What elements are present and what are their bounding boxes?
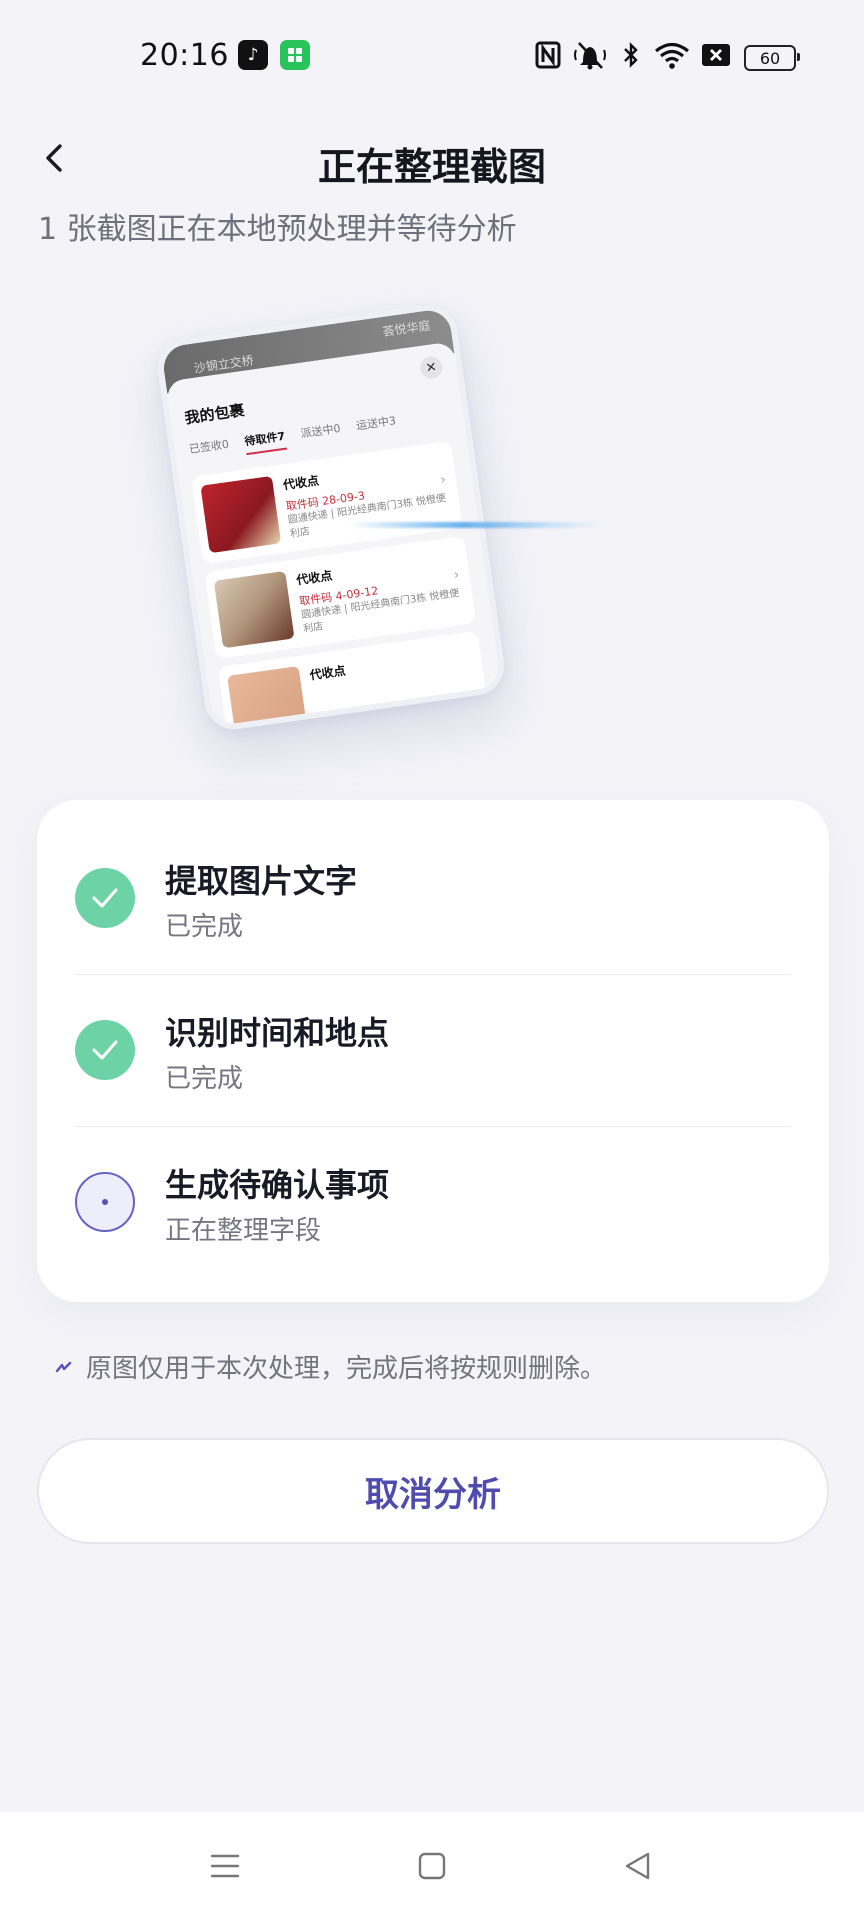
battery-level: 60 <box>759 48 781 68</box>
preview-tab: 已签收0 <box>188 437 230 457</box>
sheet-title: 我的包裹 <box>183 401 246 428</box>
package-thumbnail <box>200 475 282 554</box>
menu-icon[interactable] <box>205 1846 245 1886</box>
preview-top-right: 荟悦华庭 <box>381 318 432 339</box>
divider <box>75 1126 791 1127</box>
step-status: 已完成 <box>165 912 244 942</box>
in-progress-icon <box>75 1172 135 1232</box>
chevron-right-icon: › <box>452 566 461 584</box>
scan-line <box>350 522 600 528</box>
system-nav-bar <box>0 1812 864 1920</box>
privacy-note: 原图仅用于本次处理，完成后将按规则删除。 <box>52 1348 606 1385</box>
package-label: 代收点 <box>282 473 320 493</box>
close-icon: ✕ <box>418 355 444 381</box>
wechat-icon <box>280 40 310 70</box>
mute-icon <box>570 40 610 70</box>
nfc-icon <box>534 40 562 70</box>
chevron-right-icon: › <box>439 471 448 489</box>
step-recognize-time-place: 识别时间和地点 已完成 <box>37 1014 829 1172</box>
step-extract-text: 提取图片文字 已完成 <box>37 862 829 1020</box>
home-icon[interactable] <box>412 1846 452 1886</box>
screenshot-preview: 沙钢立交桥 荟悦华庭 我的包裹 ✕ 已签收0 待取件7 派送中0 运送中3 代收… <box>150 300 610 734</box>
tiktok-icon: ♪ <box>238 40 268 70</box>
page-subtitle: 1 张截图正在本地预处理并等待分析 <box>38 212 517 247</box>
wifi-icon <box>654 40 690 70</box>
back-triangle-icon[interactable] <box>618 1846 658 1886</box>
check-icon <box>75 868 135 928</box>
step-name: 提取图片文字 <box>165 862 358 900</box>
page-title: 正在整理截图 <box>317 145 546 189</box>
step-name: 识别时间和地点 <box>165 1014 390 1052</box>
preview-tab-active: 待取件7 <box>243 427 287 456</box>
close-box-icon <box>700 40 732 70</box>
package-sheet: 我的包裹 ✕ 已签收0 待取件7 派送中0 运送中3 代收点 取件码 28-09… <box>165 341 503 734</box>
progress-card: 提取图片文字 已完成 识别时间和地点 已完成 生成待确认事项 正在整理字段 <box>37 800 829 1302</box>
step-generate-items: 生成待确认事项 正在整理字段 <box>37 1166 829 1324</box>
package-thumbnail <box>213 570 295 649</box>
flash-icon <box>55 1361 72 1372</box>
battery-icon: 60 <box>744 45 800 71</box>
cancel-analysis-button[interactable]: 取消分析 <box>37 1438 829 1544</box>
package-label: 代收点 <box>295 568 334 588</box>
check-icon <box>75 1020 135 1080</box>
privacy-note-text: 原图仅用于本次处理，完成后将按规则删除。 <box>86 1354 607 1384</box>
preview-tab: 派送中0 <box>299 421 342 441</box>
step-status: 正在整理字段 <box>165 1216 322 1246</box>
status-bar: 20:16 ♪ 60 <box>0 0 864 115</box>
package-label: 代收点 <box>308 663 347 683</box>
divider <box>75 974 791 975</box>
bluetooth-icon <box>620 40 642 70</box>
step-name: 生成待确认事项 <box>165 1166 390 1204</box>
phone-mockup: 沙钢立交桥 荟悦华庭 我的包裹 ✕ 已签收0 待取件7 派送中0 运送中3 代收… <box>154 300 508 734</box>
package-thumbnail <box>227 665 308 734</box>
status-time: 20:16 <box>140 38 229 73</box>
step-status: 已完成 <box>165 1064 244 1094</box>
preview-tab: 运送中3 <box>355 414 397 433</box>
